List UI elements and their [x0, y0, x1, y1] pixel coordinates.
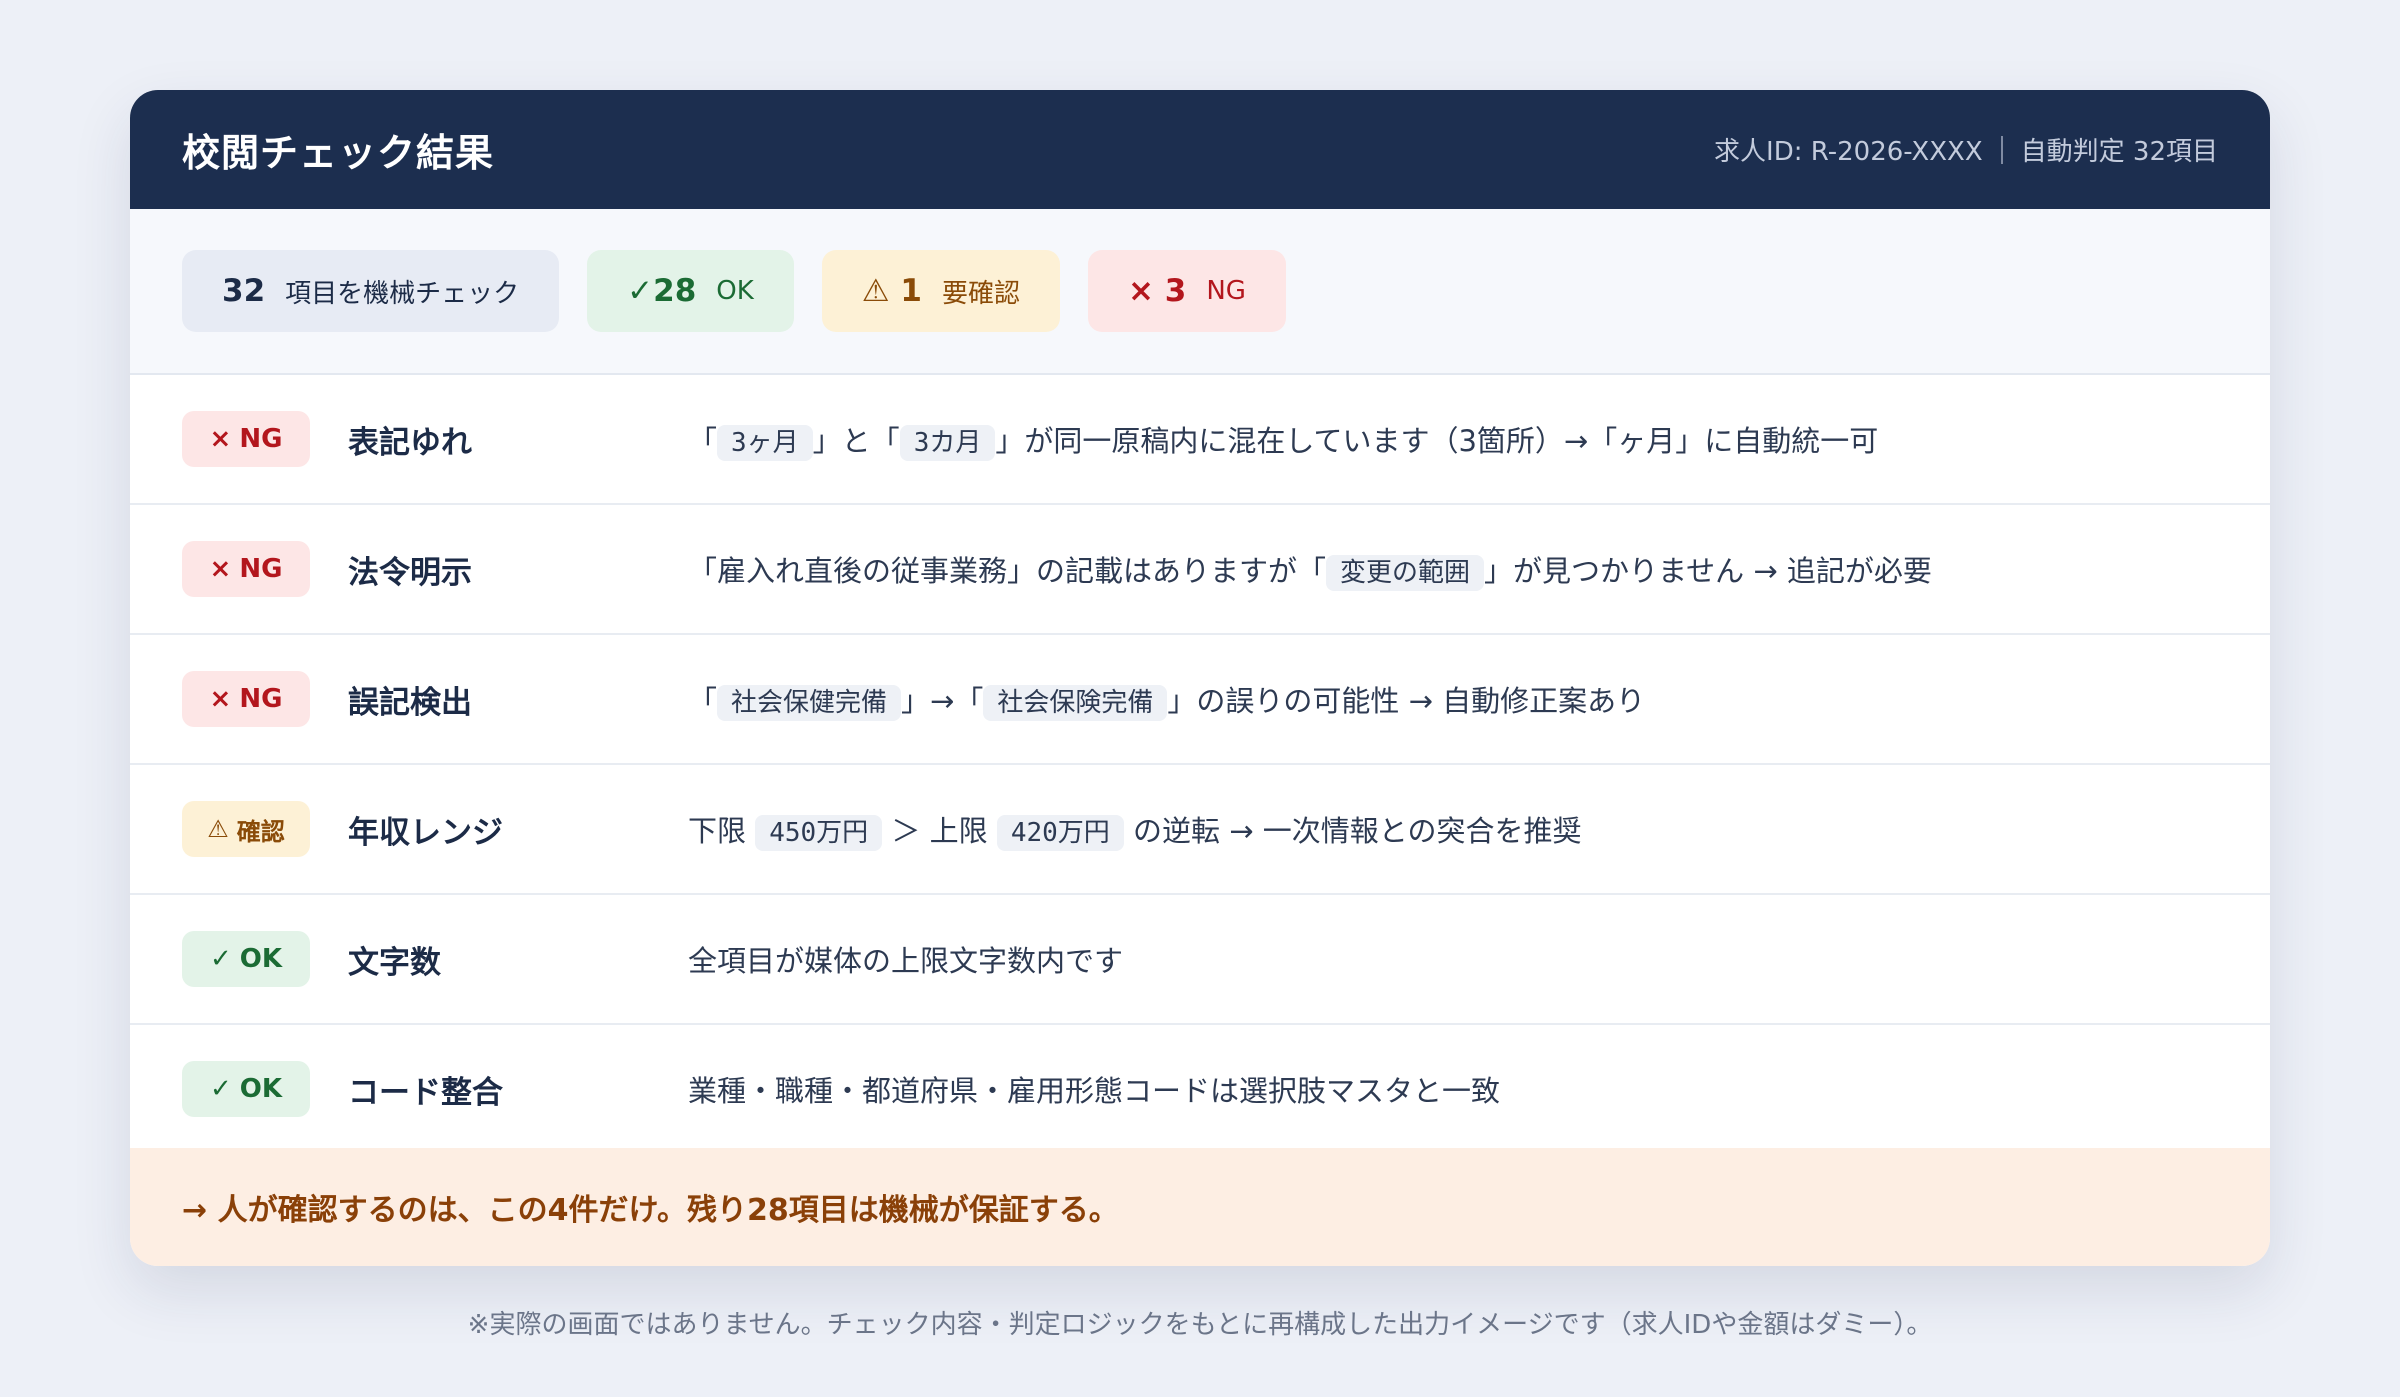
msg-text: 全項目が媒体の上限文字数内です [688, 944, 1124, 978]
row-message: 業種・職種・都道府県・雇用形態コードは選択肢マスタと一致 [688, 1068, 1500, 1110]
cross-icon: × [209, 684, 232, 714]
ng-count-wrap: × 3 [1128, 273, 1186, 309]
total-count: 32 [222, 273, 266, 309]
msg-text: 」→「 [901, 684, 984, 718]
summary-chip-warn: ⚠ 1 要確認 [821, 250, 1060, 332]
row-label: 年収レンジ [348, 814, 503, 851]
status-badge: ✓ OK [182, 931, 310, 987]
code-snippet: 450万円 [755, 815, 883, 851]
disclaimer-note: ※実際の画面ではありません。チェック内容・判定ロジックをもとに再構成した出力イメ… [467, 1310, 1933, 1340]
summary-chip-ng: × 3 NG [1087, 250, 1286, 332]
msg-text: 下限 [688, 814, 756, 848]
msg-text: の逆転 → 一次情報との突合を推奨 [1123, 814, 1582, 848]
status-badge: ✓ OK [182, 1061, 310, 1117]
proofread-result-card: 校閲チェック結果 求人ID: R-2026-XXXX 自動判定 32項目 32 … [130, 90, 2270, 1266]
badge-text: NG [239, 424, 283, 454]
check-icon: ✓ [627, 273, 654, 309]
warn-count: 1 [900, 273, 922, 309]
check-row-legal: × NG 法令明示 「雇入れ直後の従事業務」の記載はありますが「 変更の範囲 」が見つ… [130, 505, 2270, 635]
row-label: 表記ゆれ [348, 424, 472, 461]
msg-text: 「 [688, 424, 718, 458]
warn-label: 要確認 [941, 278, 1020, 309]
code-snippet: 社会保険完備 [983, 685, 1168, 721]
check-row-typo: × NG 誤記検出 「社会保健完備 」→「 社会保険完備 」の誤りの可能性 → 自動修正… [130, 635, 2270, 765]
row-label: コード整合 [348, 1074, 503, 1111]
warn-count-wrap: ⚠ 1 [862, 273, 922, 309]
badge-text: OK [239, 944, 283, 974]
code-snippet: 変更の範囲 [1326, 555, 1485, 591]
msg-text: 」が見つかりません → 追記が必要 [1484, 554, 1932, 588]
summary-bar: 32 項目を機械チェック ✓28 OK ⚠ 1 要確認 × 3 NG [130, 209, 2270, 375]
ok-label: OK [716, 276, 754, 306]
msg-text: 「雇入れ直後の従事業務」の記載はありますが「 [688, 554, 1327, 588]
summary-chip-ok: ✓28 OK [587, 250, 794, 332]
row-label: 文字数 [348, 944, 441, 981]
check-icon: ✓ [209, 1074, 232, 1104]
msg-text: 」が同一原稿内に混在しています（3箇所）→「ヶ月」に自動統一可 [995, 424, 1879, 458]
code-snippet: 3カ月 [899, 425, 996, 461]
check-row-char-count: ✓ OK 文字数 全項目が媒体の上限文字数内です [130, 895, 2270, 1025]
header-meta: 求人ID: R-2026-XXXX 自動判定 32項目 [1714, 131, 2218, 168]
cross-icon: × [209, 554, 232, 584]
ok-count-wrap: ✓28 [627, 273, 696, 309]
status-badge: ⚠ 確認 [182, 801, 310, 857]
msg-text: 「 [688, 684, 718, 718]
row-label: 法令明示 [348, 554, 472, 591]
check-row-code-consistency: ✓ OK コード整合 業種・職種・都道府県・雇用形態コードは選択肢マスタと一致 [130, 1025, 2270, 1155]
ok-count: 28 [653, 273, 697, 309]
status-badge: × NG [182, 541, 310, 597]
job-id: 求人ID: R-2026-XXXX [1714, 137, 1983, 167]
cross-icon: × [1127, 273, 1154, 309]
code-snippet: 社会保健完備 [717, 685, 902, 721]
summary-footer: → 人が確認するのは、この4件だけ。残り28項目は機械が保証する。 [130, 1148, 2270, 1266]
badge-text: 確認 [236, 817, 285, 846]
check-icon: ✓ [209, 944, 232, 974]
badge-text: OK [239, 1074, 283, 1104]
card-header: 校閲チェック結果 求人ID: R-2026-XXXX 自動判定 32項目 [130, 90, 2270, 209]
meta-divider [2000, 135, 2003, 164]
ng-label: NG [1206, 276, 1246, 306]
row-label: 誤記検出 [348, 684, 472, 721]
code-snippet: 3ヶ月 [717, 425, 813, 461]
row-message: 「3ヶ月 」と「 3カ月 」が同一原稿内に混在しています（3箇所）→「ヶ月」に自動統一… [688, 418, 1879, 461]
msg-text: ＞ 上限 [882, 814, 997, 848]
cross-icon: × [209, 424, 232, 454]
page-title: 校閲チェック結果 [182, 131, 495, 175]
status-badge: × NG [182, 411, 310, 467]
row-message: 全項目が媒体の上限文字数内です [688, 938, 1123, 980]
row-message: 「雇入れ直後の従事業務」の記載はありますが「 変更の範囲 」が見つかりません → 追… [688, 548, 1932, 591]
auto-judge-count: 自動判定 32項目 [2020, 137, 2218, 167]
summary-chip-total: 32 項目を機械チェック [182, 250, 560, 332]
msg-text: 」と「 [812, 424, 900, 458]
row-message: 下限 450万円 ＞ 上限 420万円 の逆転 → 一次情報との突合を推奨 [688, 808, 1582, 851]
check-row-notation: × NG 表記ゆれ 「3ヶ月 」と「 3カ月 」が同一原稿内に混在しています（3箇所）→… [130, 375, 2270, 505]
ng-count: 3 [1164, 273, 1187, 309]
msg-text: 」の誤りの可能性 → 自動修正案あり [1167, 684, 1646, 718]
check-row-salary-range: ⚠ 確認 年収レンジ 下限 450万円 ＞ 上限 420万円 の逆転 → 一次情報… [130, 765, 2270, 895]
row-message: 「社会保健完備 」→「 社会保険完備 」の誤りの可能性 → 自動修正案あり [688, 678, 1646, 721]
warning-icon: ⚠ [861, 273, 890, 309]
badge-text: NG [239, 554, 283, 584]
status-badge: × NG [182, 671, 310, 727]
code-snippet: 420万円 [996, 815, 1124, 851]
badge-text: NG [239, 684, 283, 714]
total-label: 項目を機械チェック [285, 278, 520, 309]
msg-text: 業種・職種・都道府県・雇用形態コードは選択肢マスタと一致 [688, 1074, 1501, 1108]
warning-icon: ⚠ [207, 815, 229, 843]
